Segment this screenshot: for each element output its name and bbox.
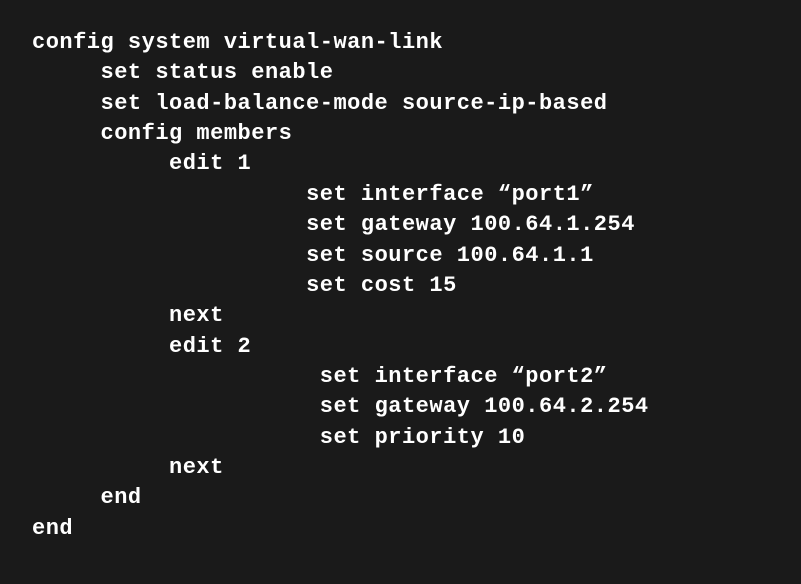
- cli-indent: [32, 455, 101, 480]
- cli-indent: [101, 364, 170, 389]
- cli-indent: [101, 455, 170, 480]
- cli-indent: [169, 243, 238, 268]
- cli-line: set cost 15: [306, 273, 457, 298]
- cli-line: set status enable: [101, 60, 334, 85]
- cli-indent: [238, 394, 307, 419]
- cli-line: config system virtual-wan-link: [32, 30, 443, 55]
- cli-line: set source 100.64.1.1: [306, 243, 594, 268]
- cli-line: next: [169, 455, 224, 480]
- cli-indent: [32, 212, 101, 237]
- cli-line: set priority 10: [306, 425, 525, 450]
- cli-indent: [238, 243, 307, 268]
- cli-indent: [169, 364, 238, 389]
- cli-indent: [32, 394, 101, 419]
- cli-indent: [101, 243, 170, 268]
- cli-indent: [169, 212, 238, 237]
- cli-indent: [32, 364, 101, 389]
- cli-indent: [101, 334, 170, 359]
- cli-indent: [32, 334, 101, 359]
- cli-indent: [169, 394, 238, 419]
- cli-indent: [169, 273, 238, 298]
- cli-indent: [169, 182, 238, 207]
- cli-line: edit 2: [169, 334, 251, 359]
- cli-indent: [32, 273, 101, 298]
- cli-line: set gateway 100.64.2.254: [306, 394, 649, 419]
- cli-indent: [238, 273, 307, 298]
- cli-indent: [238, 425, 307, 450]
- cli-indent: [101, 273, 170, 298]
- cli-line: set load-balance-mode source-ip-based: [101, 91, 608, 116]
- cli-indent: [101, 182, 170, 207]
- cli-line: set interface “port1”: [306, 182, 594, 207]
- cli-indent: [32, 60, 101, 85]
- cli-line: end: [32, 516, 73, 541]
- cli-indent: [238, 212, 307, 237]
- cli-indent: [32, 303, 101, 328]
- cli-line: end: [101, 485, 142, 510]
- cli-indent: [32, 425, 101, 450]
- cli-indent: [32, 121, 101, 146]
- cli-indent: [32, 243, 101, 268]
- cli-indent: [32, 485, 101, 510]
- cli-indent: [32, 182, 101, 207]
- cli-indent: [32, 151, 101, 176]
- cli-line: set gateway 100.64.1.254: [306, 212, 635, 237]
- cli-config-block: config system virtual-wan-link set statu…: [0, 0, 801, 564]
- cli-line: set interface “port2”: [306, 364, 607, 389]
- cli-indent: [101, 151, 170, 176]
- cli-indent: [101, 394, 170, 419]
- cli-indent: [238, 364, 307, 389]
- cli-line: edit 1: [169, 151, 251, 176]
- cli-line: next: [169, 303, 224, 328]
- cli-indent: [101, 212, 170, 237]
- cli-indent: [32, 91, 101, 116]
- cli-line: config members: [101, 121, 293, 146]
- cli-indent: [101, 425, 170, 450]
- cli-indent: [238, 182, 307, 207]
- cli-indent: [101, 303, 170, 328]
- cli-indent: [169, 425, 238, 450]
